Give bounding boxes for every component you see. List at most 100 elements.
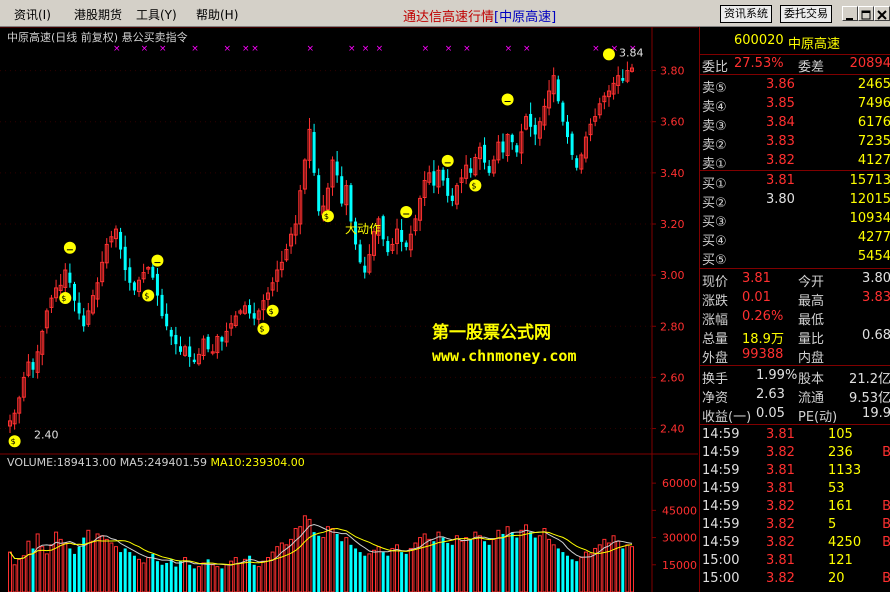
fund-row: 换手 1.99% 股本 21.2亿 (700, 368, 890, 387)
trade-price: 3.81 (766, 427, 795, 442)
money-bag-mark: $ (324, 212, 329, 221)
volume-bar (17, 558, 22, 592)
volume-bar (95, 533, 100, 592)
info-system-button[interactable]: 资讯系统 (720, 5, 772, 23)
money-bag-mark: $ (259, 325, 264, 334)
menu-help[interactable]: 帮助(H) (196, 6, 238, 23)
bid-price: 3.80 (766, 192, 795, 207)
volume-bar (436, 531, 441, 592)
kline-chart-area[interactable]: 3.80 3.60 3.40 3.20 3.00 2.80 2.60 2.40 60000 450… (0, 27, 698, 592)
quote-panel: 600020 中原高速 委比 27.53% 委差 20894 卖⑤ 3.86 2465 卖④ 3.8… (699, 27, 890, 592)
signal-mark: × (159, 44, 167, 54)
ask-price: 3.84 (766, 115, 795, 130)
volume-bar (625, 544, 630, 592)
bid-label: 买⑤ (702, 253, 727, 268)
stat-value: 18.9万 (742, 332, 784, 347)
bid-volume: 4277 (857, 230, 890, 245)
candle-body (441, 169, 445, 181)
menu-hk-futures[interactable]: 港股期货 (74, 6, 122, 23)
volume-bar (354, 548, 358, 592)
signal-mark: × (141, 44, 149, 54)
price-tick-label: 3.80 (660, 65, 685, 78)
candle-body (160, 294, 164, 317)
fund-label-2: 股本 (798, 372, 825, 387)
sell-face-icon (441, 154, 454, 167)
candle-body (340, 176, 344, 204)
ask-volume: 6176 (857, 115, 890, 130)
volume-bar (132, 555, 136, 592)
money-bag-mark: $ (269, 307, 274, 316)
signal-mark: × (251, 44, 259, 54)
bid-row: 买① 3.81 15713 (700, 173, 890, 192)
volume-bar (432, 541, 436, 592)
candle-body (363, 265, 367, 273)
signal-mark: × (463, 44, 471, 54)
volume-bar (321, 537, 326, 592)
volume-bar (210, 564, 215, 592)
volume-bar (367, 553, 372, 592)
candle-body (450, 195, 454, 201)
volume-bar (533, 537, 537, 592)
ask-row: 卖③ 3.84 6176 (700, 115, 890, 134)
signal-mark: × (422, 44, 430, 54)
trade-volume: 1133 (828, 463, 862, 478)
volume-bar (58, 538, 63, 592)
candle-body (31, 362, 35, 370)
volume-bar (344, 537, 349, 592)
close-button[interactable] (874, 6, 890, 21)
volume-bar (307, 518, 312, 592)
volume-bar (565, 555, 569, 592)
watermark-url: www.chnmoney.com (432, 347, 577, 365)
volume-bar (183, 557, 188, 592)
candle-body (155, 273, 159, 296)
volume-bar (630, 546, 634, 592)
stat-value-2: 0.68 (862, 328, 890, 343)
volume-bar (524, 524, 529, 592)
kline-chart[interactable]: 3.80 3.60 3.40 3.20 3.00 2.80 2.60 2.40 60000 450… (0, 27, 698, 592)
volume-bar (233, 557, 238, 592)
maximize-button[interactable] (858, 6, 874, 21)
volume-bar (556, 548, 560, 592)
volume-bar (119, 552, 123, 592)
stat-value-2: 3.80 (862, 271, 890, 286)
stat-label-2: 最低 (798, 313, 825, 328)
volume-bar (547, 538, 552, 592)
high-price-label: 3.84 (619, 46, 644, 59)
candle-body (446, 178, 450, 196)
volume-bar (579, 557, 584, 592)
volume-bar (446, 543, 450, 592)
volume-bar (21, 555, 26, 592)
fund-row: 收益(一) 0.05 PE(动) 19.9 (700, 406, 890, 425)
candle-body (73, 283, 77, 301)
candle-body (317, 175, 321, 212)
ask-volume: 7496 (857, 96, 890, 111)
bid-row: 买③ 10934 (700, 211, 890, 230)
trade-time: 14:59 (702, 463, 740, 478)
volume-bar (519, 529, 524, 592)
trade-time: 15:00 (702, 571, 740, 586)
volume-tick-label: 45000 (662, 504, 697, 517)
menu-info[interactable]: 资讯(I) (14, 6, 51, 23)
trade-price: 3.82 (766, 571, 795, 586)
trade-time: 14:59 (702, 445, 740, 460)
volume-bar (496, 529, 501, 592)
trade-price: 3.81 (766, 553, 795, 568)
stat-value: 99388 (742, 347, 784, 362)
trade-side: B (882, 499, 890, 514)
sell-face-icon (501, 93, 514, 106)
signal-mark: × (445, 44, 453, 54)
ask-row: 卖④ 3.85 7496 (700, 96, 890, 115)
trade-button[interactable]: 委托交易 (780, 5, 832, 23)
maximize-icon (861, 10, 871, 20)
candle-body (501, 141, 505, 153)
volume-bar (256, 566, 261, 592)
menu-tools[interactable]: 工具(Y) (136, 6, 177, 23)
candle-body (561, 102, 565, 122)
price-tick-label: 2.40 (660, 423, 685, 436)
trade-row: 14:59 3.82 4250 B (700, 535, 890, 553)
minimize-button[interactable] (842, 6, 858, 21)
trade-price: 3.82 (766, 535, 795, 550)
volume-bar (551, 544, 556, 592)
divider (700, 170, 890, 171)
divider (700, 365, 890, 366)
